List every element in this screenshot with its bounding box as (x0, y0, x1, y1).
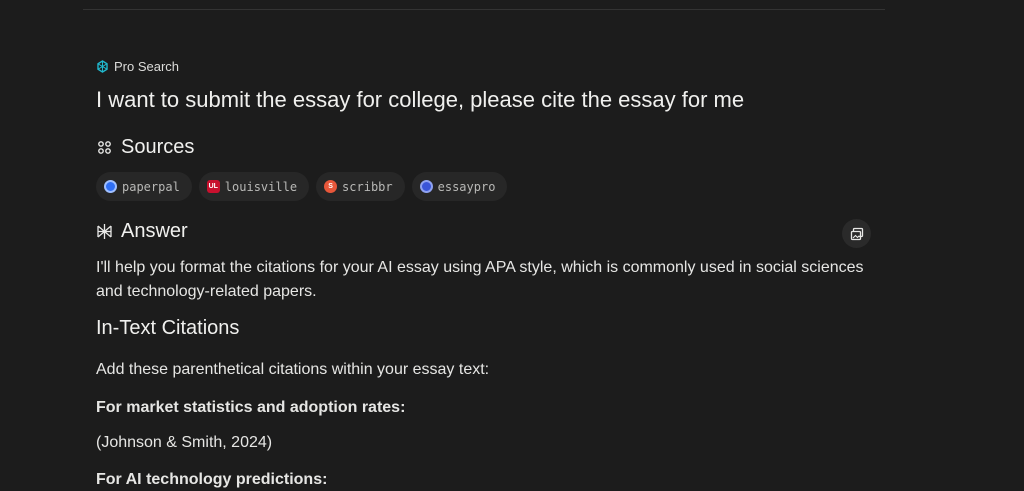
source-chip-essaypro[interactable]: essaypro (411, 172, 508, 201)
pro-search-text: Pro Search (114, 58, 180, 74)
answer-heading: Answer (96, 220, 188, 243)
source-chip-label: paperpal (122, 179, 180, 194)
source-chip-label: scribbr (342, 179, 393, 194)
market-statistics-citation: (Johnson & Smith, 2024) (96, 434, 273, 451)
louisville-favicon-icon: UL (206, 180, 220, 193)
source-chip-paperpal[interactable]: paperpal (96, 172, 192, 201)
query-title: I want to submit the essay for college, … (96, 87, 745, 112)
in-text-citations-heading: In-Text Citations (96, 317, 240, 339)
answer-intro: I'll help you format the citations for y… (96, 259, 864, 300)
answer-heading-text: Answer (121, 220, 188, 242)
instruction-text: Add these parenthetical citations within… (96, 361, 490, 378)
market-statistics-label: For market statistics and adoption rates… (96, 399, 406, 416)
image-search-icon (850, 227, 864, 241)
source-chip-louisville[interactable]: UL louisville (198, 172, 310, 201)
source-chip-label: louisville (224, 179, 298, 194)
sources-heading: Sources (96, 136, 194, 159)
paperpal-favicon-icon (104, 180, 117, 193)
sources-heading-text: Sources (121, 136, 195, 158)
top-divider (83, 9, 885, 10)
sources-icon (96, 139, 113, 156)
source-chip-label: essaypro (437, 179, 496, 194)
ai-predictions-label: For AI technology predictions: (96, 471, 328, 488)
answer-icon (96, 223, 113, 240)
image-search-button[interactable] (842, 219, 871, 248)
scribbr-favicon-icon: S (324, 180, 338, 193)
pro-search-icon (96, 59, 109, 73)
source-chips: paperpal UL louisville S scribbr essaypr… (96, 172, 508, 201)
source-chip-scribbr[interactable]: S scribbr (316, 172, 405, 201)
pro-search-label: Pro Search (96, 58, 179, 74)
essaypro-favicon-icon (419, 180, 433, 193)
